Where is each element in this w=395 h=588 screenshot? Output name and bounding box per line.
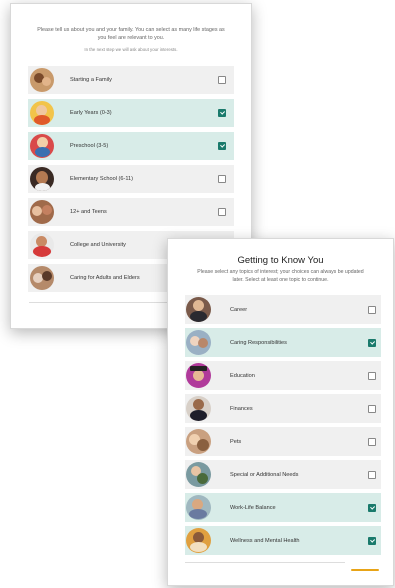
topic-row-pets[interactable]: Pets — [185, 427, 381, 456]
family-photo-icon — [30, 68, 54, 92]
caregiving-photo-icon — [186, 330, 211, 355]
student-photo-icon — [30, 233, 54, 257]
topic-label: Wellness and Mental Health — [230, 538, 300, 544]
life-stage-checkbox[interactable] — [218, 208, 226, 216]
life-stage-label: 12+ and Teens — [70, 209, 107, 215]
topic-row-wellness[interactable]: Wellness and Mental Health — [185, 526, 381, 555]
life-stages-intro: Please tell us about you and your family… — [37, 27, 225, 41]
life-stage-row-teens[interactable]: 12+ and Teens — [28, 198, 234, 226]
topic-label: Education — [230, 373, 255, 379]
topic-checkbox[interactable] — [368, 372, 376, 380]
topic-checkbox[interactable] — [368, 504, 376, 512]
life-stage-label: Caring for Adults and Elders — [70, 275, 140, 281]
preschooler-photo-icon — [30, 134, 54, 158]
wellness-photo-icon — [186, 528, 211, 553]
topic-label: Work-Life Balance — [230, 505, 276, 511]
topic-row-finances[interactable]: Finances — [185, 394, 381, 423]
life-stage-checkbox[interactable] — [218, 76, 226, 84]
topic-checkbox[interactable] — [368, 438, 376, 446]
continue-progress-bar[interactable] — [351, 569, 379, 571]
topic-row-special-needs[interactable]: Special or Additional Needs — [185, 460, 381, 489]
life-stage-checkbox[interactable] — [218, 142, 226, 150]
life-stage-label: College and University — [70, 242, 126, 248]
topic-checkbox[interactable] — [368, 405, 376, 413]
topics-card: Getting to Know You Please select any to… — [167, 238, 394, 586]
life-stage-label: Starting a Family — [70, 77, 112, 83]
life-stage-row-starting-family[interactable]: Starting a Family — [28, 66, 234, 94]
topic-label: Caring Responsibilities — [230, 340, 287, 346]
finances-photo-icon — [186, 396, 211, 421]
topic-checkbox[interactable] — [368, 471, 376, 479]
topic-label: Finances — [230, 406, 253, 412]
work-life-photo-icon — [186, 495, 211, 520]
life-stage-label: Elementary School (6-11) — [70, 176, 134, 182]
life-stage-label: Early Years (0-3) — [70, 110, 112, 116]
baby-photo-icon — [30, 101, 54, 125]
life-stage-checkbox[interactable] — [218, 109, 226, 117]
topic-label: Special or Additional Needs — [230, 472, 299, 478]
elder-care-photo-icon — [30, 266, 54, 290]
topic-label: Career — [230, 307, 248, 313]
topic-label: Pets — [230, 439, 242, 445]
life-stage-label: Preschool (3-5) — [70, 143, 109, 149]
life-stage-row-preschool[interactable]: Preschool (3-5) — [28, 132, 234, 160]
life-stage-row-early-years[interactable]: Early Years (0-3) — [28, 99, 234, 127]
topic-checkbox[interactable] — [368, 537, 376, 545]
topic-row-education[interactable]: Education — [185, 361, 381, 390]
life-stages-subtext: In the next step we will ask about your … — [84, 47, 178, 52]
topic-row-caring-responsibilities[interactable]: Caring Responsibilities — [185, 328, 381, 357]
life-stage-checkbox[interactable] — [218, 175, 226, 183]
life-stage-row-elementary[interactable]: Elementary School (6-11) — [28, 165, 234, 193]
pets-photo-icon — [186, 429, 211, 454]
page-title: Getting to Know You — [237, 255, 324, 266]
topics-intro: Please select any topics of interest; yo… — [197, 269, 364, 283]
topic-row-career[interactable]: Career — [185, 295, 381, 324]
topic-checkbox[interactable] — [368, 339, 376, 347]
topic-checkbox[interactable] — [368, 306, 376, 314]
child-photo-icon — [30, 167, 54, 191]
card-divider — [185, 562, 345, 563]
topic-row-work-life-balance[interactable]: Work-Life Balance — [185, 493, 381, 522]
special-needs-photo-icon — [186, 462, 211, 487]
teens-photo-icon — [30, 200, 54, 224]
career-photo-icon — [186, 297, 211, 322]
graduate-photo-icon — [186, 363, 211, 388]
